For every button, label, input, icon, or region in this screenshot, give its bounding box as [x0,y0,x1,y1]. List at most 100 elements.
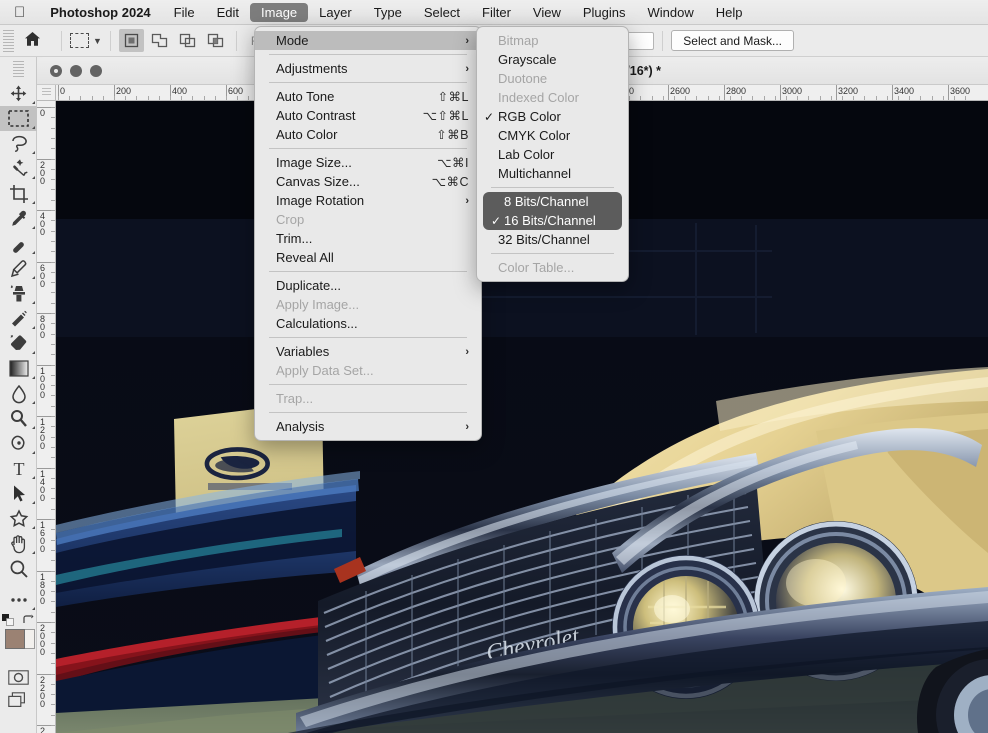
hand-tool[interactable] [0,531,37,556]
options-bar-grip[interactable] [3,29,14,52]
history-brush-tool[interactable] [0,306,37,331]
mode-item-multichannel[interactable]: Multichannel [477,164,628,183]
svg-text:T: T [13,459,24,478]
lasso-tool[interactable] [0,131,37,156]
path-selection-tool[interactable] [0,481,37,506]
menu-item-image-size[interactable]: Image Size... ⌥⌘I [255,153,481,172]
gradient-tool[interactable] [0,356,37,381]
rectangular-marquee-tool[interactable] [0,106,37,131]
screen-mode-button[interactable] [0,688,37,712]
ruler-minor-tick [51,653,55,654]
pen-tool[interactable] [0,431,37,456]
menu-view[interactable]: View [522,3,572,22]
menu-type[interactable]: Type [363,3,413,22]
mode-item-cmyk-color[interactable]: CMYK Color [477,126,628,145]
tool-expand-indicator [32,501,35,504]
mode-item-rgb-color[interactable]: ✓ RGB Color [477,107,628,126]
menu-item-analysis[interactable]: Analysis › [255,417,481,436]
menu-item-auto-tone[interactable]: Auto Tone ⇧⌘L [255,87,481,106]
subtract-from-selection-button[interactable] [175,29,200,52]
mode-submenu-dropdown[interactable]: Bitmap Grayscale Duotone Indexed Color ✓ RGB … [476,26,629,282]
ruler-minor-tick [51,148,55,149]
tool-expand-indicator [32,326,35,329]
menu-item-reveal-all[interactable]: Reveal All [255,248,481,267]
zoom-button[interactable] [90,64,102,77]
blur-tool[interactable] [0,381,37,406]
menu-select[interactable]: Select [413,3,471,22]
apple-logo-icon[interactable]:  [0,5,38,20]
quick-mask-button[interactable] [0,666,37,688]
home-icon[interactable] [24,31,41,50]
menu-item-adjustments[interactable]: Adjustments › [255,59,481,78]
ruler-minor-tick [51,601,55,602]
mode-item-16-bits-channel[interactable]: ✓ 16 Bits/Channel [483,211,622,230]
eyedropper-tool[interactable] [0,206,37,231]
mode-item-lab-color[interactable]: Lab Color [477,145,628,164]
mode-item-label: CMYK Color [498,128,571,143]
menu-filter[interactable]: Filter [471,3,522,22]
dodge-tool[interactable] [0,406,37,431]
close-button[interactable] [50,64,62,77]
move-tool[interactable] [0,81,37,106]
menu-layer[interactable]: Layer [308,3,363,22]
ruler-corner[interactable] [37,85,56,101]
menu-window[interactable]: Window [637,3,705,22]
ruler-minor-tick [51,426,55,427]
ruler-minor-tick [103,96,104,100]
type-tool[interactable]: T [0,456,37,481]
menu-item-variables[interactable]: Variables › [255,342,481,361]
menu-edit[interactable]: Edit [206,3,250,22]
ruler-minor-tick [51,323,55,324]
minimize-button[interactable] [70,64,82,77]
menu-item-trim[interactable]: Trim... [255,229,481,248]
menu-plugins[interactable]: Plugins [572,3,637,22]
menu-item-label: Calculations... [276,316,358,331]
app-name-label[interactable]: Photoshop 2024 [38,5,162,20]
object-selection-tool[interactable] [0,156,37,181]
brush-tool[interactable] [0,256,37,281]
swap-colors-icon[interactable] [22,614,34,625]
select-and-mask-button[interactable]: Select and Mask... [671,30,794,51]
vertical-ruler[interactable]: 0 200 400 600 800 1000 1200 1400 1600 1800 2000 220… [37,101,56,733]
image-menu-dropdown[interactable]: Mode › Adjustments › Auto Tone ⇧⌘L Auto Contra… [254,26,482,441]
ruler-minor-tick [719,96,720,100]
color-swatches [0,614,37,650]
new-selection-button[interactable] [118,29,144,52]
ruler-minor-tick [51,457,55,458]
tool-expand-indicator [32,451,35,454]
ruler-minor-tick [69,96,70,100]
zoom-tool[interactable] [0,556,37,581]
menu-image[interactable]: Image [250,2,309,22]
menu-item-calculations[interactable]: Calculations... [255,314,481,333]
menu-file[interactable]: File [163,3,206,22]
ruler-minor-tick [51,241,55,242]
divider [109,30,111,51]
tools-panel-grip[interactable] [12,61,24,77]
custom-shape-tool[interactable] [0,506,37,531]
mode-item-32-bits-channel[interactable]: 32 Bits/Channel [477,230,628,249]
edit-toolbar-button[interactable] [0,587,37,612]
menu-help[interactable]: Help [705,3,754,22]
foreground-color-swatch[interactable] [5,629,25,649]
spot-healing-brush-tool[interactable] [0,231,37,256]
add-to-selection-button[interactable] [147,29,172,52]
ruler-minor-tick [148,96,149,100]
mode-item-grayscale[interactable]: Grayscale [477,50,628,69]
ruler-label: 3600 [950,86,971,96]
menu-item-image-rotation[interactable]: Image Rotation › [255,191,481,210]
active-tool-preview[interactable]: ▼ [70,33,102,48]
mode-item-duotone: Duotone [477,69,628,88]
menu-item-auto-color[interactable]: Auto Color ⇧⌘B [255,125,481,144]
intersect-selection-button[interactable] [203,29,228,52]
photoshop-window:  Photoshop 2024 File Edit Image Layer T… [0,0,988,733]
crop-tool[interactable] [0,181,37,206]
eraser-tool[interactable] [0,331,37,356]
default-colors-icon[interactable] [2,614,14,626]
menu-item-duplicate[interactable]: Duplicate... [255,276,481,295]
clone-stamp-tool[interactable] [0,281,37,306]
menu-item-mode[interactable]: Mode › [255,31,481,50]
mode-item-8-bits-channel[interactable]: 8 Bits/Channel [483,192,622,211]
chevron-down-icon[interactable]: ▼ [93,36,102,46]
menu-item-auto-contrast[interactable]: Auto Contrast ⌥⇧⌘L [255,106,481,125]
menu-item-canvas-size[interactable]: Canvas Size... ⌥⌘C [255,172,481,191]
